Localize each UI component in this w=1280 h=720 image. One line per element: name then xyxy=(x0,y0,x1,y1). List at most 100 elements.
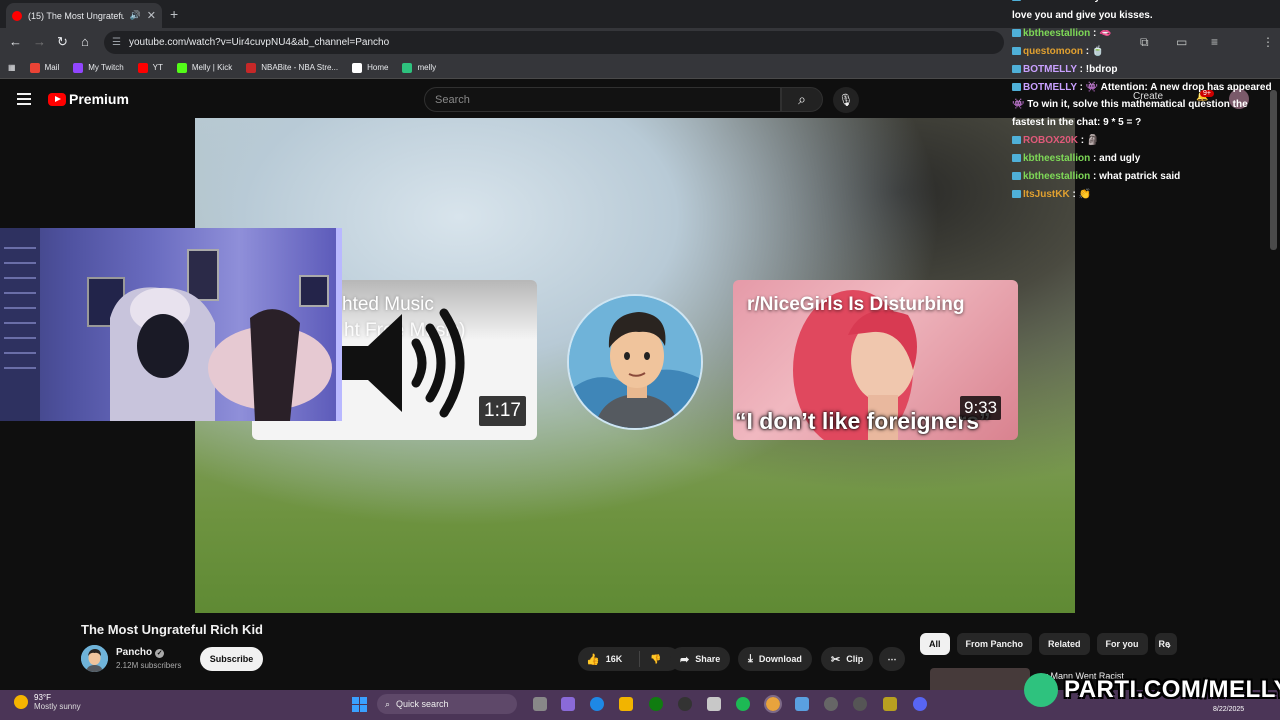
share-button[interactable]: ➦ Share xyxy=(670,647,731,671)
forward-icon[interactable]: → xyxy=(33,34,46,49)
weather-condition: Mostly sunny xyxy=(34,702,81,711)
media-player-icon[interactable] xyxy=(824,697,838,711)
obs-icon[interactable] xyxy=(678,697,692,711)
youtube-brand: Premium xyxy=(69,91,129,107)
chat-username[interactable]: ROBOX20K xyxy=(1023,135,1078,146)
youtube-play-icon xyxy=(48,92,66,106)
arrow-app-icon[interactable] xyxy=(853,697,867,711)
like-dislike-group: 👍 16K 👎 xyxy=(578,647,680,671)
chat-badge-icon xyxy=(1012,154,1021,163)
browser-tab[interactable]: (15) The Most Ungrateful R 🔊 ✕ xyxy=(6,3,162,28)
xbox-icon[interactable] xyxy=(649,697,663,711)
bookmark-kick[interactable]: Melly | Kick xyxy=(176,62,232,73)
stream-chat-overlay: BOTMELLY : If you ever sub to this chann… xyxy=(1012,0,1276,200)
bookmark-yt[interactable]: YT xyxy=(137,62,163,73)
chat-username[interactable]: kbtheestallion xyxy=(1023,171,1090,182)
chat-text: what patrick said xyxy=(1099,171,1181,183)
download-button[interactable]: ⤓ Download xyxy=(738,647,812,671)
search-input[interactable]: Search xyxy=(424,87,781,112)
chat-username[interactable]: kbtheestallion xyxy=(1023,153,1090,164)
endcard-right-title: r/NiceGirls Is Disturbing xyxy=(747,294,965,315)
parti-mascot-icon xyxy=(1024,673,1058,707)
chip-related[interactable]: Related xyxy=(1039,633,1090,655)
weather-widget[interactable]: 93°F Mostly sunny xyxy=(14,693,81,711)
chat-text: 🫦 xyxy=(1099,27,1112,39)
chip-from-pancho[interactable]: From Pancho xyxy=(956,633,1033,655)
chip-recent[interactable]: Re xyxy=(1154,633,1177,655)
new-tab-button[interactable]: + xyxy=(170,6,178,22)
site-info-icon[interactable]: ☰ xyxy=(112,37,121,48)
bookmark-melly[interactable]: melly xyxy=(402,62,436,73)
chat-text: If you ever sub to this channel i will l… xyxy=(1012,0,1254,21)
endcard-left-duration: 1:17 xyxy=(479,396,526,426)
tab-close-icon[interactable]: ✕ xyxy=(147,9,156,22)
address-url: youtube.com/watch?v=Uir4cuvpNU4&ab_chann… xyxy=(128,37,390,48)
bookmark-mail[interactable]: Mail xyxy=(29,62,59,73)
task-view-icon[interactable] xyxy=(533,697,547,711)
like-button[interactable]: 👍 16K xyxy=(578,651,640,667)
chips-next-icon[interactable]: › xyxy=(1167,638,1171,652)
chat-message: kbtheestallion : and ugly xyxy=(1012,150,1276,168)
chat-message: kbtheestallion : what patrick said xyxy=(1012,168,1276,186)
chat-badge-icon xyxy=(1012,136,1021,145)
spotify-icon[interactable] xyxy=(736,697,750,711)
taskbar-search[interactable]: ⌕ Quick search xyxy=(377,694,517,714)
voice-search-icon[interactable]: 🎙 xyxy=(833,87,859,113)
subscribe-button[interactable]: Subscribe xyxy=(200,647,263,671)
game-icon[interactable] xyxy=(883,697,897,711)
chip-all[interactable]: All xyxy=(920,633,950,655)
endcard-channel-avatar[interactable] xyxy=(567,294,703,430)
apps-icon[interactable]: ▦ xyxy=(8,63,16,72)
back-icon[interactable]: ← xyxy=(9,34,22,49)
menu-icon[interactable] xyxy=(17,93,31,105)
youtube-logo[interactable]: Premium xyxy=(48,91,129,107)
chat-text: and ugly xyxy=(1099,153,1141,165)
dislike-button[interactable]: 👎 xyxy=(640,654,661,665)
chat-username[interactable]: questomoon xyxy=(1023,46,1083,57)
endcard-video-right[interactable]: r/NiceGirls Is Disturbing “I don’t like … xyxy=(733,280,1018,440)
chat-username[interactable]: BOTMELLY xyxy=(1023,82,1077,93)
channel-name[interactable]: Pancho ✓ xyxy=(116,647,165,658)
download-icon: ⤓ xyxy=(748,652,753,665)
chat-username[interactable]: BOTMELLY xyxy=(1023,64,1077,75)
more-actions-button[interactable]: ⋯ xyxy=(879,647,905,671)
channel-avatar[interactable] xyxy=(81,645,108,672)
copilot-icon[interactable] xyxy=(561,697,575,711)
store-icon[interactable] xyxy=(707,697,721,711)
verified-icon: ✓ xyxy=(155,649,165,658)
upnext-thumbnail[interactable] xyxy=(930,668,1030,690)
like-count: 16K xyxy=(605,654,623,664)
page-scrollbar[interactable] xyxy=(1270,90,1277,250)
windows-start-icon[interactable] xyxy=(352,697,368,713)
chat-badge-icon xyxy=(1012,0,1021,1)
chat-text: !bdrop xyxy=(1085,63,1118,75)
chat-badge-icon xyxy=(1012,28,1021,37)
photos-icon[interactable] xyxy=(795,697,809,711)
youtube-icon xyxy=(137,62,148,73)
share-icon: ➦ xyxy=(680,653,690,666)
edge-icon[interactable] xyxy=(590,697,604,711)
bookmark-home[interactable]: Home xyxy=(352,62,388,73)
bookmark-nbabite[interactable]: NBABite - NBA Stre... xyxy=(246,62,338,73)
address-bar[interactable]: ☰ youtube.com/watch?v=Uir4cuvpNU4&ab_cha… xyxy=(104,31,1004,54)
chrome-icon[interactable] xyxy=(764,695,782,713)
chip-for-you[interactable]: For you xyxy=(1096,633,1148,655)
file-explorer-icon[interactable] xyxy=(619,697,633,711)
chat-username[interactable]: BOTMELLY xyxy=(1023,0,1077,3)
chat-username[interactable]: ItsJustKK xyxy=(1023,189,1070,200)
bookmark-twitch[interactable]: My Twitch xyxy=(73,62,124,73)
chat-message: kbtheestallion : 🫦 xyxy=(1012,25,1276,43)
chat-username[interactable]: kbtheestallion xyxy=(1023,28,1090,39)
tab-audio-icon[interactable]: 🔊 xyxy=(130,10,141,21)
reload-icon[interactable]: ↻ xyxy=(57,34,68,50)
search-button[interactable]: ⌕ xyxy=(781,87,823,112)
gmail-icon xyxy=(29,62,40,73)
recommendation-chips: All From Pancho Related For you Re xyxy=(920,633,1184,655)
discord-icon[interactable] xyxy=(913,697,927,711)
chat-text: 👏 xyxy=(1078,188,1092,200)
speaker-icon xyxy=(340,308,465,418)
home-icon[interactable]: ⌂ xyxy=(81,34,89,49)
chat-text: 🗿 xyxy=(1086,135,1100,147)
twitch-icon xyxy=(73,62,84,73)
clip-button[interactable]: ✂ Clip xyxy=(821,647,874,671)
